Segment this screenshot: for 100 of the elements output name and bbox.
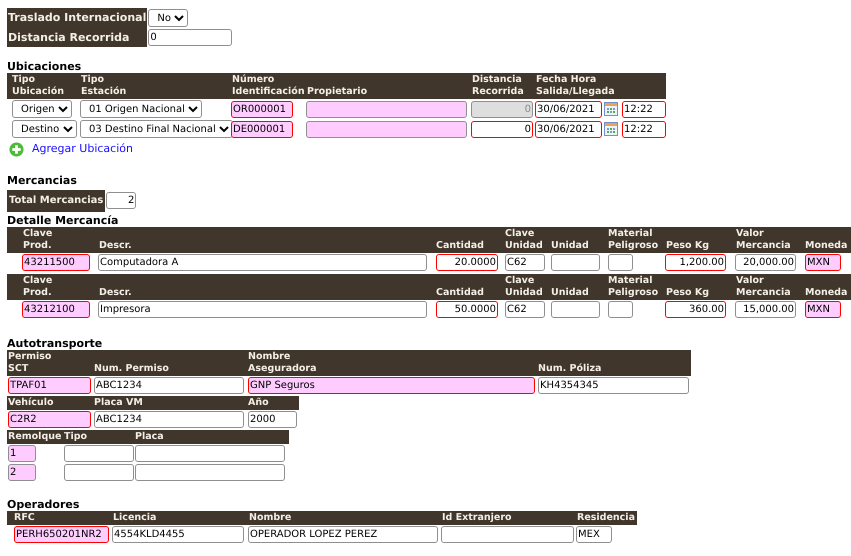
column-header: Propietario (305, 73, 470, 99)
input-field[interactable]: TPAF01 (8, 376, 91, 394)
column-header: Moneda (802, 226, 851, 252)
section-title: Mercancias (7, 174, 78, 186)
column-header: Material Peligroso (605, 226, 663, 252)
column-header: Num. Póliza (537, 350, 691, 376)
column-header: RFC (7, 510, 111, 524)
input-field[interactable]: 4554KLD4455 (112, 526, 244, 542)
column-header: Cantidad (432, 274, 502, 300)
calendar-icon[interactable] (604, 122, 618, 136)
input-field[interactable] (608, 300, 633, 318)
input-field[interactable]: 43211500 (22, 254, 90, 270)
column-header: Placa (134, 430, 289, 444)
column-header: Año (247, 396, 299, 410)
input-field[interactable] (306, 120, 467, 138)
input-field[interactable]: OR000001 (231, 100, 293, 118)
input-field[interactable]: 50.0000 (436, 300, 498, 318)
column-header: Permiso SCT (7, 350, 93, 376)
input-field[interactable] (551, 254, 600, 270)
date-field[interactable]: 30/06/2021 (535, 120, 602, 138)
dropdown[interactable]: Origen (12, 100, 72, 118)
dropdown[interactable]: No (148, 9, 188, 27)
input-field[interactable] (306, 100, 467, 118)
column-header: Nombre (247, 510, 440, 524)
column-header: Descr. (97, 274, 432, 300)
input-field[interactable]: 15,000.00 (735, 300, 796, 318)
input-field[interactable]: 1 (8, 444, 36, 462)
input-field[interactable]: C62 (505, 254, 545, 270)
column-header: Tipo (63, 430, 134, 444)
input-field[interactable]: 12:22 (622, 120, 666, 138)
column-header: Num. Permiso (93, 350, 247, 376)
input-field[interactable]: GNP Seguros (248, 376, 535, 394)
input-field[interactable]: 12:22 (622, 100, 666, 118)
column-header: Clave Unidad (502, 226, 548, 252)
input-field[interactable] (551, 300, 600, 318)
input-field[interactable] (135, 444, 285, 462)
column-header: Id Extranjero (440, 510, 575, 524)
column-header: Distancia Recorrida (470, 73, 534, 99)
dropdown[interactable]: Destino (12, 120, 77, 138)
add-icon[interactable] (9, 142, 24, 157)
column-header: Unidad (548, 226, 605, 252)
column-header: Material Peligroso (605, 274, 663, 300)
input-field[interactable] (135, 464, 285, 480)
column-header: Moneda (802, 274, 851, 300)
column-header: Residencia (575, 510, 637, 524)
input-field[interactable]: DE000001 (231, 120, 293, 138)
input-field[interactable]: MXN (805, 254, 841, 270)
input-field[interactable]: 360.00 (665, 300, 726, 318)
input-field[interactable]: 2000 (248, 410, 297, 428)
add-location-link[interactable]: Agregar Ubicación (32, 141, 133, 158)
input-field[interactable]: 0 (148, 29, 232, 46)
dropdown[interactable]: 03 Destino Final Nacional (80, 120, 233, 138)
column-header: Tipo Estación (79, 73, 230, 99)
column-header: Licencia (111, 510, 247, 524)
input-field[interactable]: 20.0000 (436, 254, 498, 270)
section-title: Detalle Mercancía (7, 214, 120, 226)
column-header: Peso Kg (663, 274, 733, 300)
input-field[interactable] (64, 444, 134, 462)
column-header: Peso Kg (663, 226, 733, 252)
column-header: Clave Prod. (7, 226, 97, 252)
column-header: Tipo Ubicación (7, 73, 79, 99)
column-header: Cantidad (432, 226, 502, 252)
date-field[interactable]: 30/06/2021 (535, 100, 602, 118)
input-field[interactable] (441, 526, 574, 542)
input-field[interactable]: 2 (8, 464, 36, 480)
input-field[interactable] (608, 254, 633, 270)
input-field[interactable]: OPERADOR LOPEZ PEREZ (248, 526, 438, 542)
column-header: Clave Prod. (7, 274, 97, 300)
field-label: Distancia Recorrida (7, 28, 148, 47)
input-field[interactable]: 20,000.00 (735, 254, 796, 270)
input-field[interactable]: C62 (505, 300, 545, 318)
input-field[interactable]: Computadora A (98, 254, 427, 270)
column-header: Nombre Aseguradora (247, 350, 537, 376)
column-header: Placa VM (93, 396, 247, 410)
input-field[interactable] (64, 464, 134, 480)
input-field[interactable]: 1,200.00 (665, 254, 726, 270)
input-field[interactable]: ABC1234 (94, 410, 244, 428)
column-header: Valor Mercancia (733, 226, 802, 252)
column-header: Vehículo (7, 396, 93, 410)
column-header: Fecha Hora Salida/Llegada (534, 73, 666, 99)
column-header: Unidad (548, 274, 605, 300)
input-field[interactable]: Impresora (98, 300, 427, 318)
input-field[interactable]: 2 (106, 192, 136, 209)
input-field[interactable]: C2R2 (8, 410, 91, 428)
field-label: Total Mercancias (7, 190, 106, 212)
input-field[interactable]: ABC1234 (94, 376, 244, 394)
input-field[interactable]: MEX (576, 526, 612, 542)
field-label: Traslado Internacional (7, 8, 148, 28)
dropdown[interactable]: 01 Origen Nacional (80, 100, 202, 118)
input-field[interactable]: MXN (805, 300, 841, 318)
section-title: Operadores (7, 498, 80, 510)
column-header: Remolque (7, 430, 63, 444)
input-field[interactable]: PERH650201NR2 (14, 526, 109, 542)
calendar-icon[interactable] (604, 102, 618, 116)
input-field[interactable]: 43212100 (22, 300, 90, 318)
section-title: Autotransporte (7, 336, 104, 350)
input-field[interactable]: 0 (471, 120, 533, 138)
input-field[interactable]: KH4354345 (538, 376, 689, 394)
column-header: Clave Unidad (502, 274, 548, 300)
column-header: Valor Mercancia (733, 274, 802, 300)
